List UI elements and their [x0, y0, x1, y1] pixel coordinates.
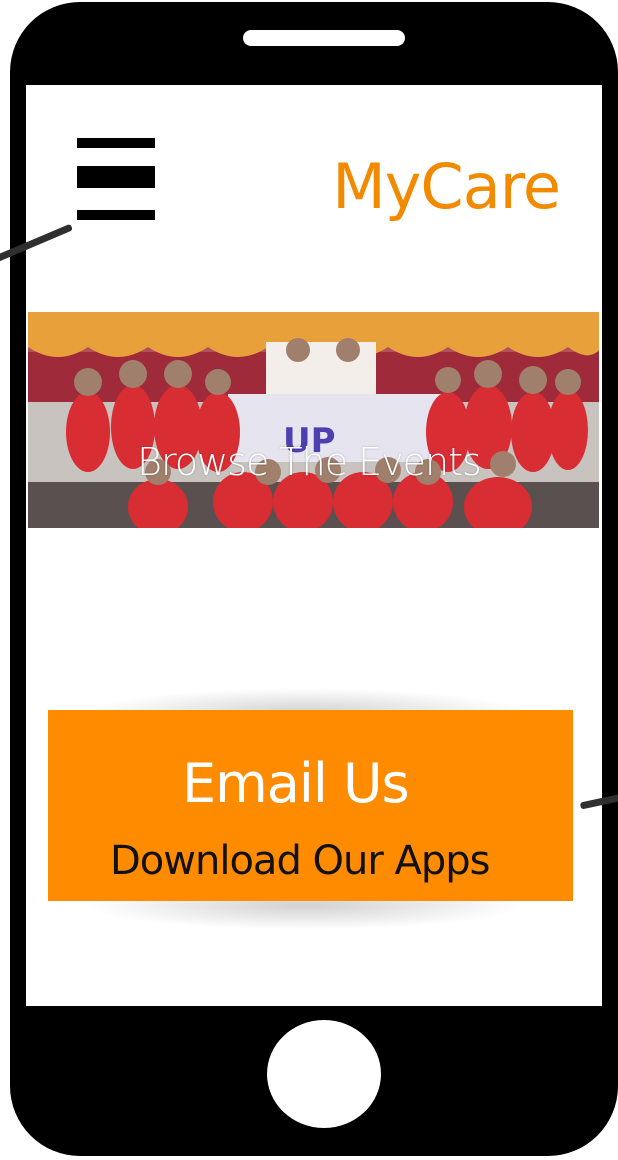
menu-bar-middle: [77, 166, 155, 188]
speaker-slot: [243, 30, 405, 46]
menu-bar-top: [77, 138, 155, 148]
menu-bar-bottom: [77, 210, 155, 220]
brand-title: MyCare: [332, 150, 561, 223]
home-button[interactable]: [267, 1020, 381, 1128]
email-us-link[interactable]: Email Us: [182, 752, 410, 815]
group-photo-image: UP: [28, 312, 599, 528]
hamburger-menu-icon[interactable]: [77, 138, 155, 222]
events-banner[interactable]: UP: [28, 312, 599, 528]
download-apps-link[interactable]: Download Our Apps: [110, 838, 491, 884]
banner-caption[interactable]: Browse The Events: [0, 440, 618, 484]
